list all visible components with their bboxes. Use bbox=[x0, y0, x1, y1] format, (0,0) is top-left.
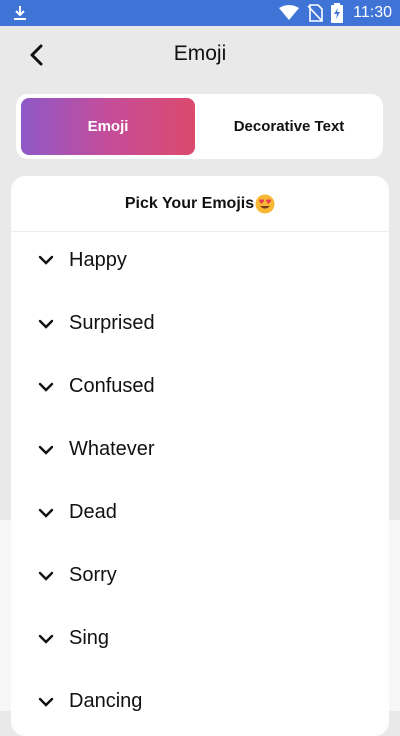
list-item-label: Confused bbox=[69, 375, 155, 397]
list-item[interactable]: Sorry bbox=[11, 544, 389, 607]
app-bar: Emoji bbox=[0, 26, 400, 84]
list-item[interactable]: Confused bbox=[11, 355, 389, 418]
list-item-label: Sorry bbox=[69, 564, 117, 586]
heart-eyes-emoji-icon bbox=[255, 194, 275, 213]
card-header: Pick Your Emojis bbox=[11, 176, 389, 232]
list-item[interactable]: Sing bbox=[11, 607, 389, 670]
chevron-down-icon bbox=[38, 697, 54, 707]
tab-decorative-text[interactable]: Decorative Text bbox=[200, 98, 378, 155]
list-item-label: Happy bbox=[69, 248, 127, 271]
status-time: 11:30 bbox=[353, 4, 392, 21]
chevron-down-icon bbox=[38, 634, 54, 644]
category-list: Happy Surprised Confused Whatever Dead S… bbox=[11, 228, 389, 733]
chevron-down-icon bbox=[38, 508, 54, 518]
list-item-label: Whatever bbox=[69, 438, 155, 460]
battery-icon bbox=[331, 3, 344, 23]
list-item[interactable]: Dead bbox=[11, 481, 389, 544]
list-item-label: Dead bbox=[69, 501, 117, 523]
card-title: Pick Your Emojis bbox=[124, 194, 255, 212]
wifi-icon bbox=[279, 5, 300, 20]
emoji-picker-card: Pick Your Emojis Happy Surprised Confuse… bbox=[11, 176, 389, 736]
mode-segmented-control: Emoji Decorative Text bbox=[16, 94, 383, 159]
chevron-down-icon bbox=[38, 571, 54, 581]
list-item[interactable]: Dancing bbox=[11, 670, 389, 733]
list-item[interactable]: Happy bbox=[11, 228, 389, 292]
chevron-down-icon bbox=[38, 445, 54, 455]
chevron-down-icon bbox=[38, 382, 54, 392]
status-bar: 11:30 bbox=[0, 0, 400, 26]
chevron-down-icon bbox=[38, 319, 54, 329]
list-item[interactable]: Surprised bbox=[11, 292, 389, 355]
page-title: Emoji bbox=[173, 42, 227, 65]
download-icon bbox=[14, 6, 26, 20]
no-sim-icon bbox=[307, 4, 323, 22]
list-item[interactable]: Whatever bbox=[11, 418, 389, 481]
list-item-label: Surprised bbox=[69, 312, 155, 334]
list-item-label: Dancing bbox=[69, 690, 143, 712]
list-item-label: Sing bbox=[69, 627, 110, 649]
chevron-down-icon bbox=[38, 255, 54, 265]
tab-emoji[interactable]: Emoji bbox=[21, 98, 195, 155]
